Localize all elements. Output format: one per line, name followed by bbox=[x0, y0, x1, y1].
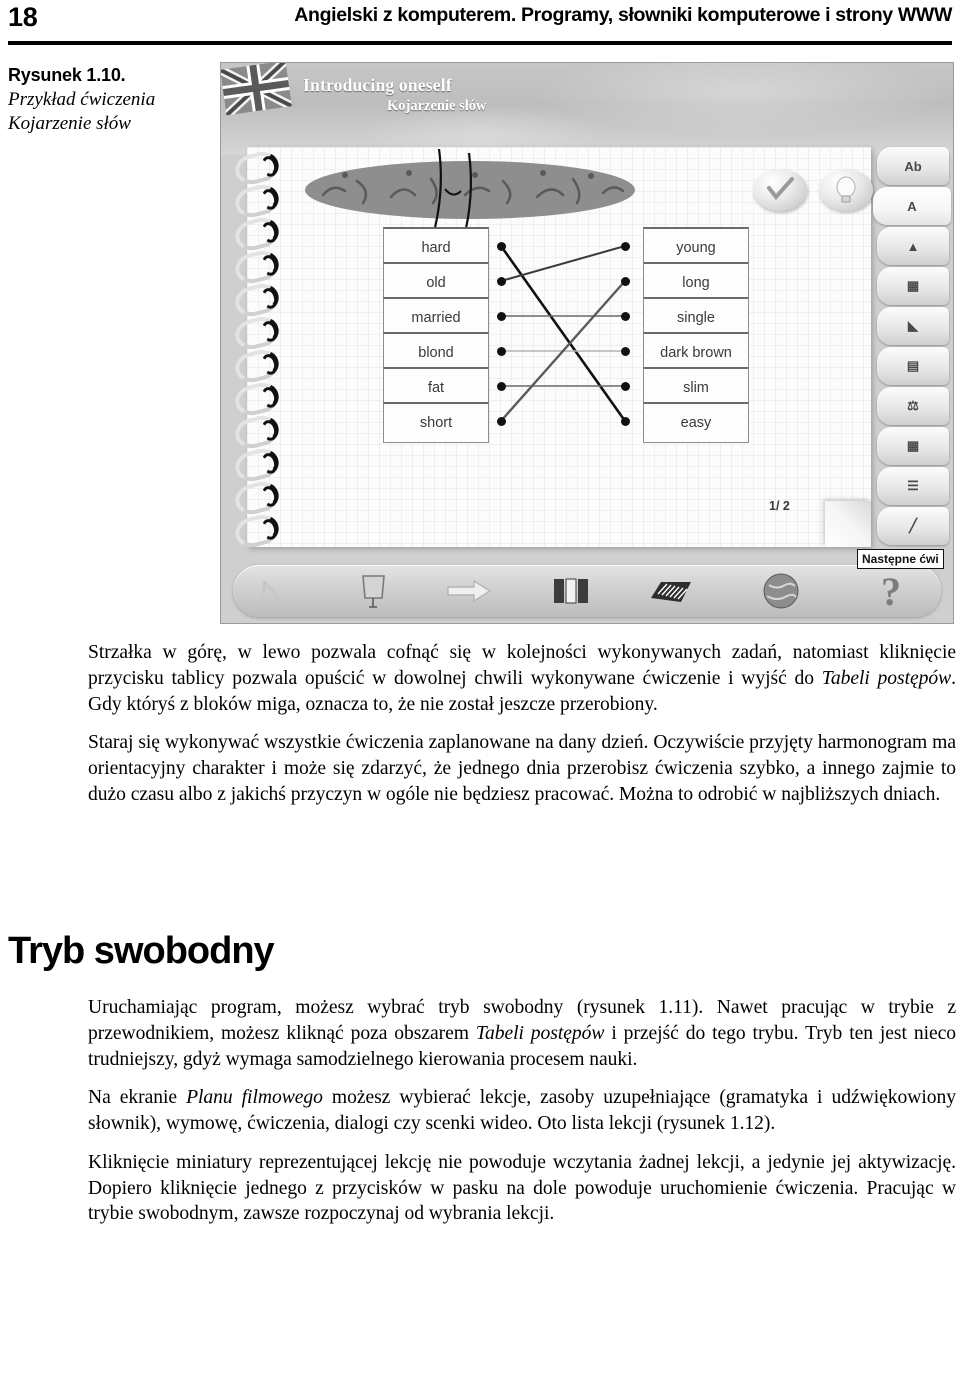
p4-part-a: Na ekranie bbox=[88, 1087, 187, 1109]
hint-button[interactable] bbox=[819, 169, 873, 211]
puzzle-icon: ◣ bbox=[908, 318, 918, 333]
paragraph-1: Strzałka w górę, w lewo pozwala cofnąć s… bbox=[88, 640, 956, 717]
left-connector-dot[interactable] bbox=[497, 347, 506, 356]
p1-italic: Tabeli postępów bbox=[821, 667, 952, 689]
left-connector-dot[interactable] bbox=[497, 417, 506, 426]
sidebar-tab-keyboard[interactable]: ▤ bbox=[877, 347, 949, 385]
left-connector-dot[interactable] bbox=[497, 312, 506, 321]
piano-button[interactable] bbox=[641, 571, 701, 611]
sidebar-tab-tower[interactable]: ⚖ bbox=[877, 387, 949, 425]
right-word-box[interactable]: easy bbox=[643, 402, 749, 443]
next-button[interactable] bbox=[439, 571, 499, 611]
sidebar-tab-puzzle[interactable]: ◣ bbox=[877, 307, 949, 345]
sidebar-tab-link-words[interactable]: A bbox=[873, 187, 951, 225]
sidebar-tab-blocks[interactable]: ▦ bbox=[877, 267, 949, 305]
help-button[interactable]: ? bbox=[861, 569, 921, 614]
pencil-icon: ╱ bbox=[909, 518, 917, 533]
figure-number: Rysunek 1.10. bbox=[8, 65, 126, 85]
speaker-ab-icon: Ab bbox=[904, 158, 922, 174]
notebook-page: hard old married blond fat short young l… bbox=[232, 147, 873, 551]
piano-keyboard-icon bbox=[651, 582, 691, 602]
bottom-toolbar: ? bbox=[233, 565, 941, 617]
right-connector-dot[interactable] bbox=[621, 417, 630, 426]
internet-button[interactable] bbox=[751, 571, 811, 611]
figure-caption-text: Przykład ćwiczenia Kojarzenie słów bbox=[8, 88, 156, 135]
books-icon bbox=[554, 578, 588, 604]
grid-icon: ▦ bbox=[906, 438, 920, 453]
sidebar-tab-speaker[interactable]: Ab bbox=[877, 147, 949, 185]
paragraph-4: Na ekranie Planu filmowego możesz wybier… bbox=[88, 1085, 956, 1137]
lightbulb-icon bbox=[836, 176, 856, 203]
keyboard-icon: ▤ bbox=[906, 358, 920, 373]
right-connector-dot[interactable] bbox=[621, 382, 630, 391]
body-text-upper: Strzałka w górę, w lewo pozwala cofnąć s… bbox=[88, 640, 956, 821]
sidebar-tab-antenna[interactable]: ▲ bbox=[877, 227, 949, 265]
help-question-icon: ? bbox=[881, 568, 901, 614]
sidebar-tab-document[interactable]: ☰ bbox=[877, 467, 949, 505]
right-connector-dot[interactable] bbox=[621, 347, 630, 356]
page-counter: 1/ 2 bbox=[769, 499, 790, 513]
figure-caption: Rysunek 1.10. Przykład ćwiczenia Kojarze… bbox=[8, 64, 208, 137]
dictionary-button[interactable] bbox=[541, 571, 601, 611]
globe-icon bbox=[763, 573, 799, 609]
p3-italic: Tabeli postępów bbox=[475, 1022, 605, 1044]
lesson-title: Introducing oneself bbox=[303, 75, 452, 95]
undo-arrow-icon bbox=[262, 580, 279, 604]
section-heading: Tryb swobodny bbox=[8, 930, 275, 972]
left-connector-dot[interactable] bbox=[497, 242, 506, 251]
left-connector-dot[interactable] bbox=[497, 277, 506, 286]
left-word-box[interactable]: short bbox=[383, 402, 489, 443]
header-divider bbox=[8, 41, 952, 45]
tower-icon: ⚖ bbox=[907, 398, 919, 413]
sidebar-tab-pencil[interactable]: ╱ bbox=[877, 507, 949, 545]
p4-italic: Planu filmowego bbox=[186, 1087, 323, 1109]
right-connector-dot[interactable] bbox=[621, 312, 630, 321]
antenna-icon: ▲ bbox=[906, 238, 920, 254]
paragraph-3: Uruchamiając program, możesz wybrać tryb… bbox=[88, 995, 956, 1072]
right-connector-dot[interactable] bbox=[621, 242, 630, 251]
abc-blocks-icon: ▦ bbox=[906, 278, 920, 293]
paragraph-5: Kliknięcie miniatury reprezentującej lek… bbox=[88, 1151, 956, 1225]
whiteboard-icon bbox=[362, 575, 385, 608]
application-screenshot: Introducing oneself Kojarzenie słów hard… bbox=[220, 62, 954, 624]
running-head: 18 Angielski z komputerem. Programy, sło… bbox=[0, 0, 960, 45]
exercise-subtitle: Kojarzenie słów bbox=[387, 98, 487, 114]
right-connector-dot[interactable] bbox=[621, 277, 630, 286]
undo-button[interactable] bbox=[243, 571, 303, 611]
left-connector-dot[interactable] bbox=[497, 382, 506, 391]
check-answer-button[interactable] bbox=[753, 169, 807, 211]
a-to-a-link-icon: A bbox=[907, 198, 917, 214]
body-text-lower: Uruchamiając program, możesz wybrać tryb… bbox=[88, 995, 956, 1227]
check-mark-icon bbox=[767, 177, 794, 201]
tooltip: Następne ćwi bbox=[857, 549, 944, 569]
book-title: Angielski z komputerem. Programy, słowni… bbox=[294, 4, 952, 26]
union-jack-flag-icon bbox=[221, 63, 292, 116]
sidebar-tab-grid[interactable]: ▦ bbox=[877, 427, 949, 465]
exercise-type-tabstrip: Ab A ▲ ▦ ◣ ▤ ⚖ ▦ ☰ ╱ bbox=[873, 147, 951, 559]
next-arrow-icon bbox=[447, 579, 492, 603]
page-curl-corner[interactable] bbox=[825, 501, 871, 547]
board-button[interactable] bbox=[343, 571, 403, 611]
spiral-binding bbox=[232, 148, 282, 551]
document-icon: ☰ bbox=[907, 478, 919, 493]
paragraph-2: Staraj się wykonywać wszystkie ćwiczenia… bbox=[88, 732, 956, 805]
